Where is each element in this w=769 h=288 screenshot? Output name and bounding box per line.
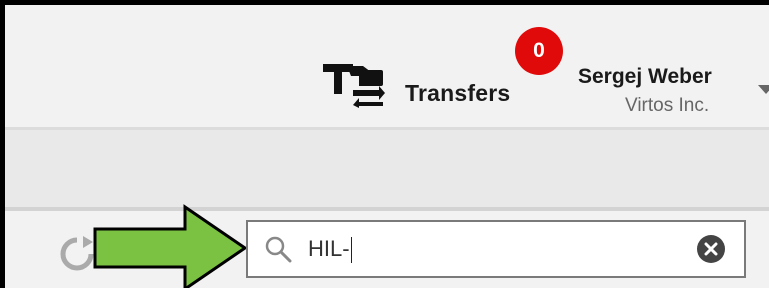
- caret-down-icon[interactable]: [758, 85, 769, 94]
- clear-circle-x-icon[interactable]: [697, 235, 725, 263]
- user-company: Virtos Inc.: [625, 95, 710, 116]
- user-name[interactable]: Sergej Weber: [578, 65, 712, 89]
- top-header: Transfers 0 Sergej Weber Virtos Inc.: [5, 5, 769, 127]
- refresh-icon[interactable]: [57, 234, 97, 274]
- search-icon: [265, 236, 292, 263]
- transfers-icon[interactable]: [323, 62, 387, 108]
- search-value: HIL-: [308, 222, 353, 276]
- text-cursor: [350, 237, 353, 264]
- notification-badge[interactable]: 0: [515, 27, 563, 75]
- app-frame: Transfers 0 Sergej Weber Virtos Inc. HIL…: [0, 0, 769, 288]
- annotation-arrow: [93, 204, 248, 288]
- sub-header-bar: [5, 130, 769, 207]
- search-input[interactable]: HIL-: [246, 220, 746, 278]
- transfers-link[interactable]: Transfers: [405, 80, 510, 107]
